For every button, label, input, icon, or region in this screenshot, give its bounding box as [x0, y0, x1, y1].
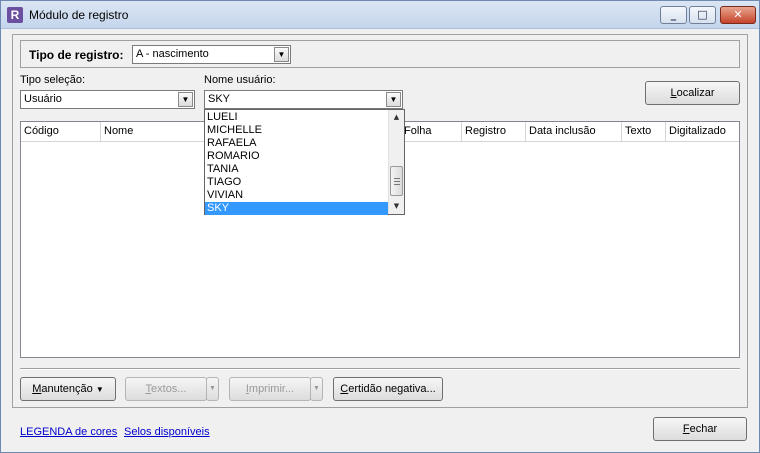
certidao-negativa-button[interactable]: Certidão negativa... — [333, 377, 443, 401]
textos-button[interactable]: Textos... — [125, 377, 207, 401]
col-registro[interactable]: Registro — [462, 122, 526, 142]
imprimir-dropdown-button[interactable]: ▼ — [310, 377, 323, 401]
dropdown-option[interactable]: MICHELLE — [205, 124, 388, 137]
nome-usuario-select[interactable]: SKY ▼ — [204, 90, 403, 109]
tipo-selecao-label: Tipo seleção: — [20, 74, 86, 86]
minimize-icon: _ — [670, 8, 677, 21]
selos-link[interactable]: Selos disponíveis — [124, 426, 210, 438]
tipo-registro-value: A - nascimento — [136, 48, 209, 60]
minimize-button[interactable]: _ — [660, 6, 687, 24]
dropdown-option[interactable]: VIVIAN — [205, 189, 388, 202]
imprimir-button[interactable]: Imprimir... — [229, 377, 311, 401]
col-digitalizado[interactable]: Digitalizado — [666, 122, 739, 142]
tipo-registro-box: Tipo de registro: A - nascimento ▼ — [20, 40, 740, 68]
manutencao-button[interactable]: Manutenção ▼ — [20, 377, 116, 401]
legenda-link[interactable]: LEGENDA de cores — [20, 426, 117, 438]
dropdown-option[interactable]: LUELI — [205, 111, 388, 124]
close-button[interactable]: ✕ — [720, 6, 756, 24]
nome-usuario-label: Nome usuário: — [204, 74, 276, 86]
chevron-down-icon: ▼ — [95, 385, 104, 394]
dropdown-scrollbar[interactable]: ▲ ▼ — [388, 110, 404, 214]
col-folha[interactable]: Folha — [401, 122, 462, 142]
dropdown-option[interactable]: TANIA — [205, 163, 388, 176]
col-texto[interactable]: Texto — [622, 122, 666, 142]
scroll-down-icon[interactable]: ▼ — [389, 199, 404, 214]
fechar-button[interactable]: Fechar — [653, 417, 747, 441]
textos-dropdown-button[interactable]: ▼ — [206, 377, 219, 401]
title-bar[interactable]: R Módulo de registro _ □ ✕ — [1, 1, 759, 29]
chevron-down-icon: ▼ — [209, 385, 216, 392]
scroll-up-icon[interactable]: ▲ — [389, 110, 404, 125]
chevron-down-icon: ▼ — [313, 385, 320, 392]
localizar-button[interactable]: Localizar — [645, 81, 740, 105]
dropdown-option[interactable]: RAFAELA — [205, 137, 388, 150]
col-data-inclusao[interactable]: Data inclusão — [526, 122, 622, 142]
tipo-selecao-value: Usuário — [24, 93, 62, 105]
window-title: Módulo de registro — [29, 8, 129, 22]
chevron-down-icon[interactable]: ▼ — [386, 92, 401, 107]
scroll-thumb[interactable] — [390, 166, 403, 196]
chevron-down-icon[interactable]: ▼ — [274, 47, 289, 62]
nome-usuario-dropdown-list[interactable]: LUELI MICHELLE RAFAELA ROMARIO TANIA TIA… — [204, 109, 405, 215]
maximize-button[interactable]: □ — [689, 6, 716, 24]
maximize-icon: □ — [697, 8, 708, 21]
app-icon: R — [7, 7, 23, 23]
close-icon: ✕ — [733, 8, 743, 21]
tipo-registro-label: Tipo de registro: — [29, 48, 124, 62]
tipo-registro-select[interactable]: A - nascimento ▼ — [132, 45, 291, 64]
dropdown-option[interactable]: ROMARIO — [205, 150, 388, 163]
dropdown-option-selected[interactable]: SKY — [205, 202, 388, 215]
nome-usuario-value: SKY — [208, 93, 231, 105]
divider — [20, 368, 740, 370]
col-codigo[interactable]: Código — [21, 122, 101, 142]
tipo-selecao-select[interactable]: Usuário ▼ — [20, 90, 195, 109]
dropdown-option[interactable]: TIAGO — [205, 176, 388, 189]
chevron-down-icon[interactable]: ▼ — [178, 92, 193, 107]
